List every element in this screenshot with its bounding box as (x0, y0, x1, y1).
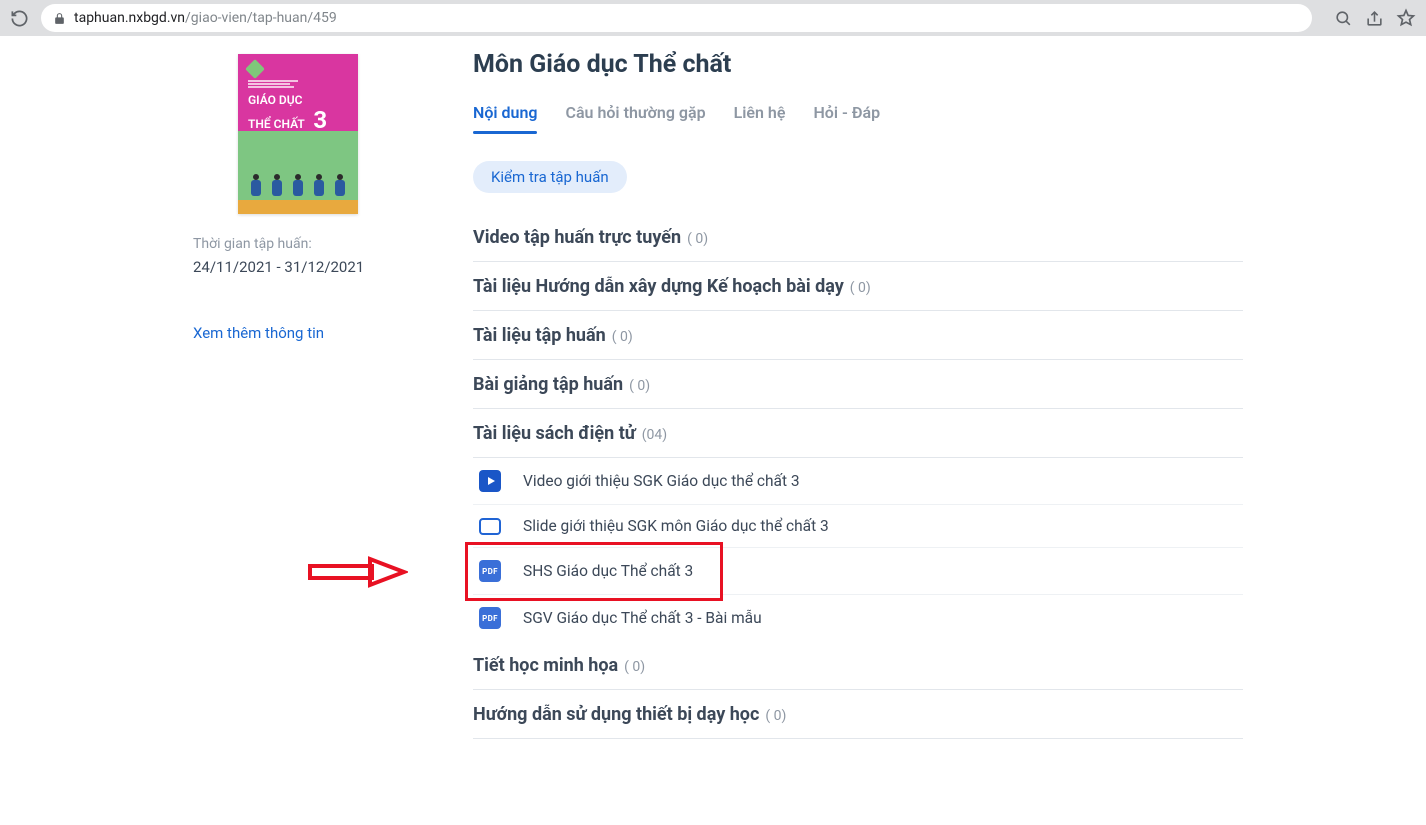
resource-item[interactable]: Video giới thiệu SGK Giáo dục thể chất 3 (473, 458, 1243, 505)
resource-item[interactable]: PDF SGV Giáo dục Thể chất 3 - Bài mẫu (473, 595, 1243, 641)
resource-item[interactable]: Slide giới thiệu SGK môn Giáo dục thể ch… (473, 505, 1243, 548)
sidebar: GIÁO DỤC THỂ CHẤT 3 Thời gian tập huấn: … (193, 48, 403, 342)
resource-item[interactable]: PDF SHS Giáo dục Thể chất 3 (473, 548, 1243, 595)
resource-label: Video giới thiệu SGK Giáo dục thể chất 3 (523, 472, 800, 490)
section-title: Bài giảng tập huấn (473, 374, 623, 395)
address-bar[interactable]: taphuan.nxbgd.vn/giao-vien/tap-huan/459 (41, 4, 1312, 32)
section-title: Tài liệu tập huấn (473, 325, 606, 346)
page-content: GIÁO DỤC THỂ CHẤT 3 Thời gian tập huấn: … (183, 48, 1243, 739)
section-count: ( 0) (687, 231, 708, 247)
section-title: Tiết học minh họa (473, 655, 618, 676)
tab-bar: Nội dung Câu hỏi thường gặp Liên hệ Hỏi - Đ… (473, 103, 1243, 135)
check-training-button[interactable]: Kiểm tra tập huấn (473, 161, 627, 193)
section-header[interactable]: Tài liệu sách điện tử (04) (473, 409, 1243, 458)
section-header[interactable]: Video tập huấn trực tuyến ( 0) (473, 213, 1243, 262)
page-title: Môn Giáo dục Thể chất (473, 50, 1243, 79)
pdf-icon: PDF (479, 607, 501, 629)
training-period-value: 24/11/2021 - 31/12/2021 (193, 258, 403, 276)
resource-label: SHS Giáo dục Thể chất 3 (523, 562, 693, 580)
section-count: ( 0) (624, 659, 645, 675)
pdf-icon: PDF (479, 560, 501, 582)
more-info-link[interactable]: Xem thêm thông tin (193, 324, 403, 342)
url-text: taphuan.nxbgd.vn/giao-vien/tap-huan/459 (74, 10, 337, 26)
section-title: Tài liệu sách điện tử (473, 423, 636, 444)
training-period-label: Thời gian tập huấn: (193, 236, 403, 252)
lock-icon (53, 12, 66, 25)
main-area: Môn Giáo dục Thể chất Nội dung Câu hỏi th… (473, 48, 1243, 739)
section-header[interactable]: Hướng dẫn sử dụng thiết bị dạy học ( 0) (473, 690, 1243, 739)
play-icon (479, 470, 501, 492)
section-header[interactable]: Tài liệu tập huấn ( 0) (473, 311, 1243, 360)
annotation-arrow-icon (308, 555, 408, 593)
ebook-items: Video giới thiệu SGK Giáo dục thể chất 3… (473, 458, 1243, 641)
share-icon[interactable] (1365, 9, 1384, 28)
section-count: ( 0) (850, 280, 871, 296)
section-count: (04) (642, 427, 667, 443)
book-cover: GIÁO DỤC THỂ CHẤT 3 (238, 54, 358, 214)
tab-c-u-h-i-th-ng-g-p[interactable]: Câu hỏi thường gặp (565, 103, 705, 134)
section-header[interactable]: Tài liệu Hướng dẫn xây dựng Kế hoạch bài… (473, 262, 1243, 311)
tab-n-i-dung[interactable]: Nội dung (473, 103, 537, 134)
star-icon[interactable] (1396, 8, 1416, 28)
tab-h-i-p[interactable]: Hỏi - Đáp (813, 103, 880, 134)
section-header[interactable]: Tiết học minh họa ( 0) (473, 641, 1243, 690)
search-icon[interactable] (1334, 9, 1353, 28)
section-title: Hướng dẫn sử dụng thiết bị dạy học (473, 704, 759, 725)
browser-toolbar: taphuan.nxbgd.vn/giao-vien/tap-huan/459 (0, 0, 1426, 36)
resource-label: SGV Giáo dục Thể chất 3 - Bài mẫu (523, 609, 762, 627)
tab-li-n-h-[interactable]: Liên hệ (734, 103, 786, 134)
reload-icon[interactable] (10, 9, 29, 28)
section-title: Video tập huấn trực tuyến (473, 227, 681, 248)
section-count: ( 0) (612, 329, 633, 345)
section-title: Tài liệu Hướng dẫn xây dựng Kế hoạch bài… (473, 276, 844, 297)
section-count: ( 0) (765, 708, 786, 724)
resource-label: Slide giới thiệu SGK môn Giáo dục thể ch… (523, 517, 829, 535)
section-header[interactable]: Bài giảng tập huấn ( 0) (473, 360, 1243, 409)
slide-icon (479, 518, 501, 535)
section-count: ( 0) (629, 378, 650, 394)
